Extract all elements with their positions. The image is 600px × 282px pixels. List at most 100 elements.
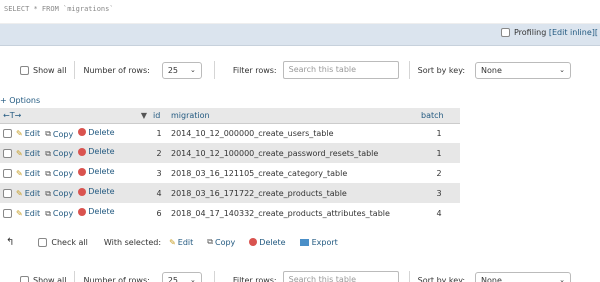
edit-button[interactable]: ✎ Edit: [16, 209, 40, 218]
chevron-down-icon: ⌄: [189, 276, 196, 282]
batch-cell[interactable]: 2: [418, 163, 460, 183]
profiling-checkbox[interactable]: [500, 28, 510, 37]
edit-label: Edit: [24, 188, 41, 198]
number-of-rows-value: 25: [167, 275, 179, 282]
export-icon: [299, 238, 309, 246]
copy-button[interactable]: ⧉ Copy: [45, 149, 73, 159]
id-column-header[interactable]: id: [150, 108, 168, 124]
divider: [74, 271, 76, 282]
migration-cell[interactable]: 2018_03_16_171722_create_products_table: [168, 183, 418, 203]
delete-button[interactable]: Delete: [78, 147, 115, 156]
delete-button[interactable]: Delete: [78, 187, 115, 197]
edit-label: Edit: [24, 148, 41, 158]
number-of-rows-value: 25: [167, 65, 179, 75]
sort-by-key-select[interactable]: None ⌄: [475, 61, 572, 79]
edit-button[interactable]: ✎ Edit: [16, 129, 40, 138]
delete-button[interactable]: Delete: [78, 207, 115, 217]
pencil-icon: ✎: [16, 168, 23, 178]
delete-button[interactable]: Delete: [78, 167, 115, 176]
row-checkbox[interactable]: [3, 208, 12, 218]
table-row: ✎ Edit ⧉ Copy Delete 2 2014_10_12_100000_creat…: [0, 143, 460, 163]
migration-column-header[interactable]: migration: [168, 108, 418, 124]
migration-cell[interactable]: 2014_10_12_000000_create_users_table: [168, 123, 418, 143]
arrows-icon[interactable]: ←T→: [3, 111, 21, 120]
edit-inline-link[interactable]: [Edit inline]: [549, 28, 595, 37]
copy-icon: ⧉: [45, 168, 51, 178]
copy-button[interactable]: ⧉ Copy: [45, 209, 73, 219]
migration-cell[interactable]: 2014_10_12_100000_create_password_resets…: [168, 143, 418, 163]
migration-cell[interactable]: 2018_03_16_121105_create_category_table: [168, 163, 418, 183]
edit-button[interactable]: ✎ Edit: [16, 189, 40, 198]
check-all-checkbox[interactable]: [38, 237, 48, 247]
delete-label: Delete: [88, 207, 115, 217]
filter-rows-input[interactable]: Search this table: [282, 271, 399, 282]
copy-icon: ⧉: [45, 208, 51, 218]
table-row: ✎ Edit ⧉ Copy Delete 1 2014_10_12_000000_creat…: [0, 123, 460, 143]
id-cell[interactable]: 4: [150, 183, 168, 203]
edit-button[interactable]: ✎ Edit: [16, 169, 40, 178]
row-checkbox[interactable]: [3, 148, 12, 158]
column-arrows-header: ←T→ ▼: [0, 108, 150, 124]
copy-icon: ⧉: [45, 129, 51, 138]
profiling-bar: Profiling [Edit inline] [: [0, 24, 600, 46]
show-all-label: Show all: [33, 275, 67, 282]
show-all-checkbox[interactable]: [20, 65, 29, 75]
copy-button[interactable]: ⧉ Copy: [45, 129, 73, 139]
batch-cell[interactable]: 1: [418, 123, 460, 143]
number-of-rows-label: Number of rows:: [83, 275, 150, 282]
row-checkbox[interactable]: [3, 129, 12, 138]
top-navigation: Show all Number of rows: 25 ⌄ Filter row…: [0, 56, 600, 84]
edit-label: Edit: [24, 168, 41, 178]
bulk-copy-button[interactable]: ⧉ Copy: [207, 237, 235, 247]
batch-cell[interactable]: 3: [418, 183, 460, 203]
divider: [408, 61, 410, 79]
id-cell[interactable]: 2: [150, 143, 168, 163]
copy-icon: ⧉: [45, 148, 51, 158]
delete-icon: [249, 238, 258, 246]
sort-by-key-label: Sort by key:: [417, 275, 466, 282]
edit-label: Edit: [24, 129, 41, 138]
batch-cell[interactable]: 4: [418, 203, 460, 223]
edit-button[interactable]: ✎ Edit: [16, 149, 40, 158]
delete-icon: [78, 167, 87, 176]
batch-column-header[interactable]: batch: [418, 108, 460, 124]
row-checkbox[interactable]: [3, 168, 12, 178]
sql-query-text: SELECT * FROM `migrations`: [4, 5, 114, 13]
sort-by-key-select[interactable]: None ⌄: [475, 271, 572, 282]
bulk-delete-label: Delete: [259, 237, 286, 247]
sort-by-key-label: Sort by key:: [417, 65, 466, 75]
bulk-edit-button[interactable]: ✎ Edit: [169, 238, 193, 247]
copy-button[interactable]: ⧉ Copy: [45, 189, 73, 199]
more-links[interactable]: [: [595, 28, 598, 37]
bulk-export-button[interactable]: Export: [299, 238, 338, 247]
bulk-delete-button[interactable]: Delete: [249, 237, 286, 247]
pencil-icon: ✎: [169, 237, 176, 247]
edit-label: Edit: [24, 208, 41, 218]
delete-icon: [78, 128, 87, 136]
row-checkbox[interactable]: [3, 188, 12, 198]
profiling-label: Profiling: [513, 28, 547, 37]
sql-query-bar: SELECT * FROM `migrations`: [0, 0, 600, 24]
copy-button[interactable]: ⧉ Copy: [45, 169, 73, 179]
row-actions: ✎ Edit ⧉ Copy Delete: [0, 203, 150, 223]
delete-button[interactable]: Delete: [78, 128, 115, 137]
number-of-rows-select[interactable]: 25 ⌄: [161, 271, 202, 282]
batch-cell[interactable]: 1: [418, 143, 460, 163]
table-row: ✎ Edit ⧉ Copy Delete 4 2018_03_16_171722_creat…: [0, 183, 460, 203]
delete-label: Delete: [88, 187, 115, 197]
copy-label: Copy: [52, 169, 74, 179]
id-cell[interactable]: 1: [150, 123, 168, 143]
sort-icon[interactable]: ▼: [141, 111, 147, 120]
filter-rows-input[interactable]: Search this table: [282, 61, 399, 79]
id-cell[interactable]: 6: [150, 203, 168, 223]
options-toggle[interactable]: + Options: [0, 96, 40, 105]
bottom-navigation: Show all Number of rows: 25 ⌄ Filter row…: [0, 266, 600, 282]
number-of-rows-label: Number of rows:: [83, 65, 150, 75]
pencil-icon: ✎: [16, 208, 23, 218]
number-of-rows-select[interactable]: 25 ⌄: [161, 61, 202, 79]
id-cell[interactable]: 3: [150, 163, 168, 183]
copy-label: Copy: [52, 189, 74, 199]
show-all-checkbox[interactable]: [20, 275, 29, 282]
delete-icon: [78, 147, 87, 156]
migration-cell[interactable]: 2018_04_17_140332_create_products_attrib…: [168, 203, 418, 223]
